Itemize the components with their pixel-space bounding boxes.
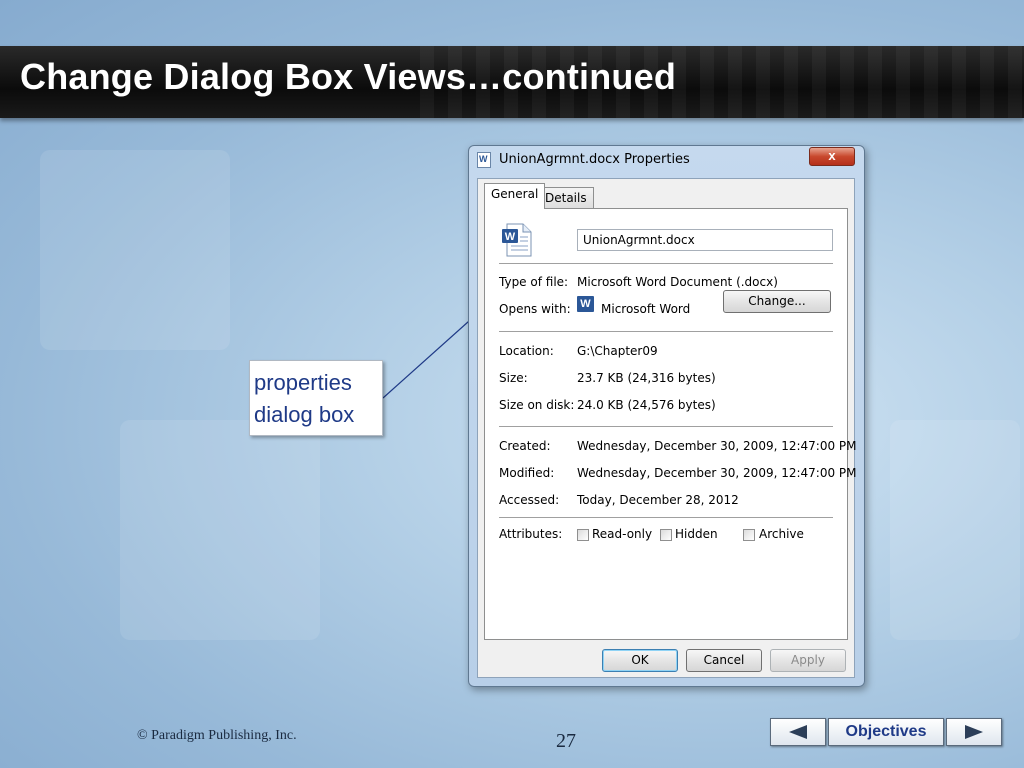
- close-icon: x: [828, 148, 836, 163]
- word-document-icon: [477, 152, 491, 168]
- hidden-checkbox[interactable]: [660, 529, 672, 541]
- accessed-label: Accessed:: [499, 493, 560, 507]
- background-key-shape: [120, 420, 320, 640]
- properties-dialog: UnionAgrmnt.docx Properties x General De…: [468, 145, 865, 687]
- archive-label[interactable]: Archive: [759, 527, 804, 541]
- word-app-icon: W: [577, 296, 594, 312]
- slide-title: Change Dialog Box Views…continued: [20, 56, 677, 97]
- created-value: Wednesday, December 30, 2009, 12:47:00 P…: [577, 439, 857, 453]
- size-label: Size:: [499, 371, 528, 385]
- dialog-titlebar[interactable]: UnionAgrmnt.docx Properties x: [469, 146, 864, 174]
- arrow-right-icon: [965, 725, 983, 739]
- objectives-button[interactable]: Objectives: [828, 718, 944, 746]
- callout-text-line1: properties: [254, 370, 352, 395]
- dialog-body: General Details W UnionAgrmnt.docx Type …: [477, 178, 857, 678]
- size-on-disk-value: 24.0 KB (24,576 bytes): [577, 398, 716, 412]
- previous-slide-button[interactable]: [770, 718, 826, 746]
- read-only-checkbox[interactable]: [577, 529, 589, 541]
- ok-button[interactable]: OK: [602, 649, 678, 672]
- divider: [499, 517, 833, 518]
- divider: [499, 426, 833, 427]
- callout-box: properties dialog box: [249, 360, 383, 436]
- location-value: G:\Chapter09: [577, 344, 658, 358]
- attributes-label: Attributes:: [499, 527, 563, 541]
- divider: [499, 263, 833, 264]
- type-of-file-label: Type of file:: [499, 275, 569, 289]
- background-key-shape: [890, 420, 1020, 640]
- callout-text-line2: dialog box: [254, 402, 355, 427]
- tab-general[interactable]: General: [484, 183, 546, 209]
- cancel-button[interactable]: Cancel: [686, 649, 762, 672]
- divider: [499, 331, 833, 332]
- modified-value: Wednesday, December 30, 2009, 12:47:00 P…: [577, 466, 857, 480]
- opens-with-value: Microsoft Word: [601, 302, 691, 316]
- svg-text:W: W: [505, 231, 516, 243]
- apply-button[interactable]: Apply: [770, 649, 846, 672]
- archive-checkbox[interactable]: [743, 529, 755, 541]
- modified-label: Modified:: [499, 466, 555, 480]
- accessed-value: Today, December 28, 2012: [577, 493, 739, 507]
- tab-details[interactable]: Details: [538, 187, 594, 209]
- general-tab-panel: W UnionAgrmnt.docx Type of file: Microso…: [484, 208, 857, 640]
- arrow-left-icon: [789, 725, 807, 739]
- file-name-input[interactable]: UnionAgrmnt.docx: [577, 229, 833, 251]
- size-on-disk-label: Size on disk:: [499, 398, 575, 412]
- close-button[interactable]: x: [809, 147, 855, 166]
- page-number: 27: [556, 730, 576, 752]
- copyright-text: © Paradigm Publishing, Inc.: [137, 728, 297, 743]
- dialog-title: UnionAgrmnt.docx Properties: [499, 152, 690, 167]
- slide-title-bar: Change Dialog Box Views…continued: [0, 46, 1024, 118]
- read-only-label[interactable]: Read-only: [592, 527, 652, 541]
- background-key-shape: [40, 150, 230, 350]
- type-of-file-value: Microsoft Word Document (.docx): [577, 275, 778, 289]
- size-value: 23.7 KB (24,316 bytes): [577, 371, 716, 385]
- hidden-label[interactable]: Hidden: [675, 527, 718, 541]
- change-button[interactable]: Change...: [723, 290, 831, 313]
- next-slide-button[interactable]: [946, 718, 1002, 746]
- created-label: Created:: [499, 439, 551, 453]
- location-label: Location:: [499, 344, 554, 358]
- word-document-icon: W: [502, 223, 532, 257]
- opens-with-label: Opens with:: [499, 302, 571, 316]
